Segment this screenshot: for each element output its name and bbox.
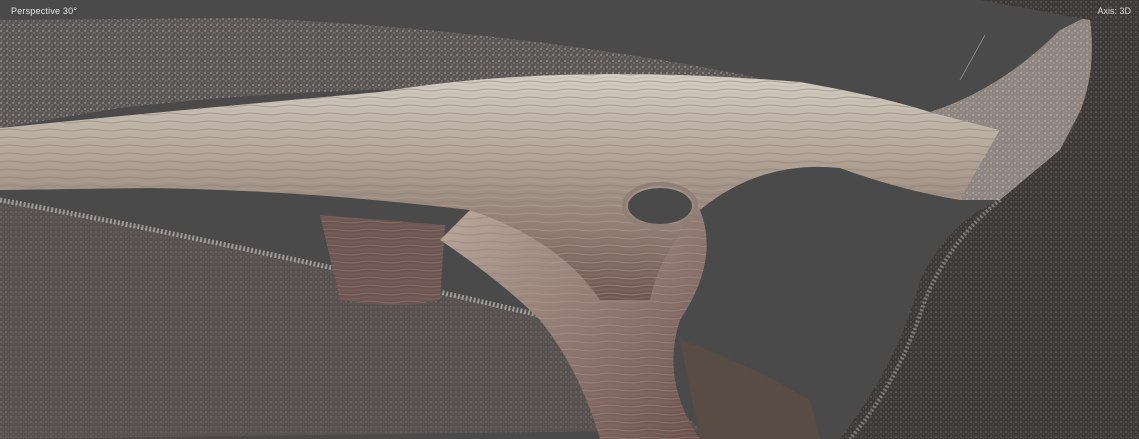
view-mode-label[interactable]: Perspective 30° [11,6,77,16]
stump-grain [320,215,445,305]
axis-status-label: Axis: 3D [1097,6,1131,16]
3d-viewport[interactable]: Perspective 30° Axis: 3D [0,0,1139,439]
knot-hole [628,188,692,224]
point-cloud-scene[interactable] [0,0,1139,439]
